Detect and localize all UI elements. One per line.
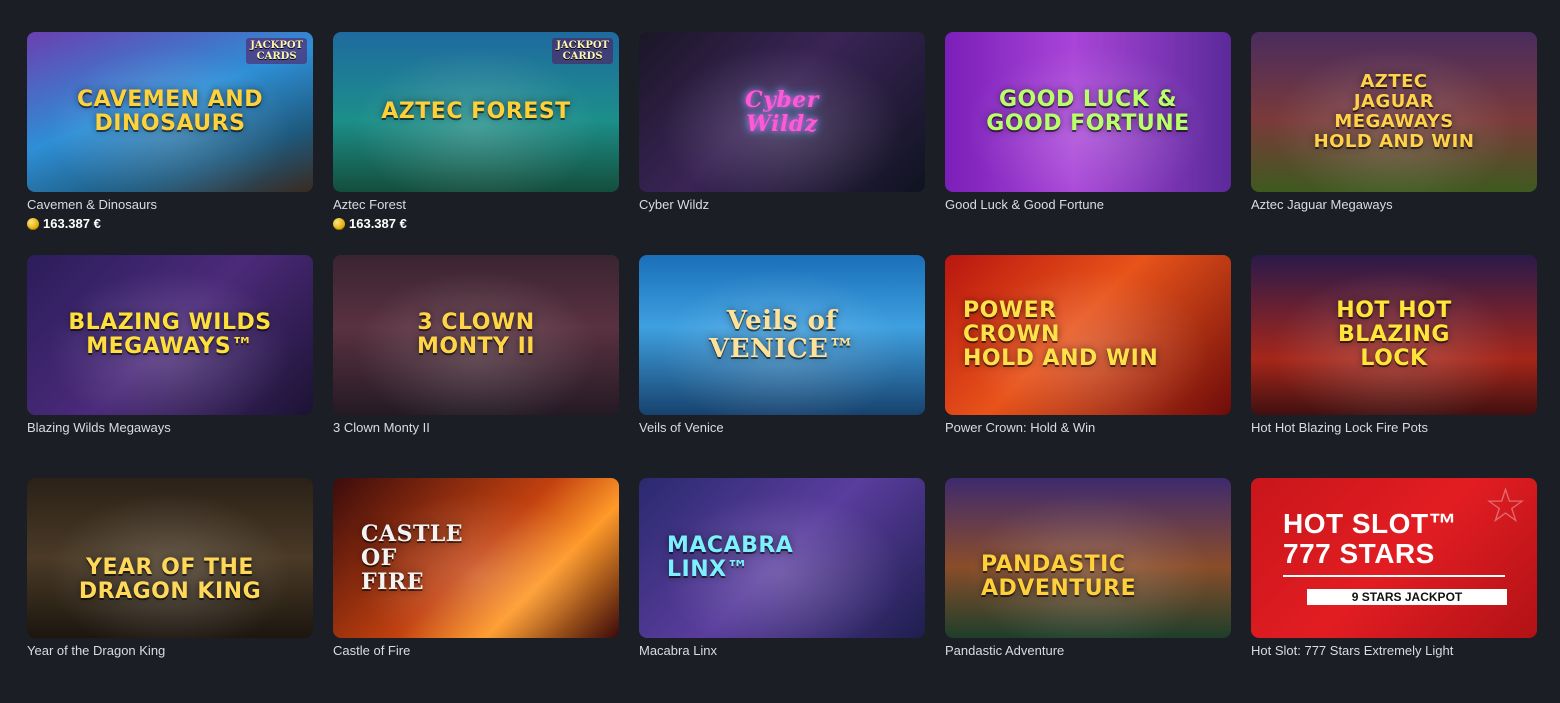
game-thumbnail[interactable]: AZTEC JAGUAR MEGAWAYS HOLD AND WIN [1251, 32, 1537, 192]
game-thumbnail[interactable]: YEAR OF THE DRAGON KING [27, 478, 313, 638]
game-logo: HOT HOT BLAZING LOCK [1336, 298, 1452, 371]
game-title[interactable]: 3 Clown Monty II [333, 420, 619, 436]
game-thumbnail[interactable]: AZTEC FOREST JACKPOT CARDS [333, 32, 619, 192]
game-card-blazing-wilds-megaways[interactable]: BLAZING WILDS MEGAWAYS™ Blazing Wilds Me… [27, 255, 313, 478]
game-logo: AZTEC JAGUAR MEGAWAYS HOLD AND WIN [1313, 71, 1475, 152]
game-title[interactable]: Year of the Dragon King [27, 643, 313, 659]
jackpot-strip: 9 STARS JACKPOT [1307, 589, 1507, 605]
game-title[interactable]: Pandastic Adventure [945, 643, 1231, 659]
jackpot-amount-row: 163.387 € [27, 216, 313, 231]
game-title[interactable]: Hot Slot: 777 Stars Extremely Light [1251, 643, 1537, 659]
game-logo: Cyber Wildz [745, 87, 819, 137]
game-thumbnail[interactable]: CAVEMEN AND DINOSAURS JACKPOT CARDS [27, 32, 313, 192]
game-card-cyber-wildz[interactable]: Cyber Wildz Cyber Wildz [639, 32, 925, 255]
jackpot-cards-badge: JACKPOT CARDS [246, 38, 307, 64]
game-title[interactable]: Good Luck & Good Fortune [945, 197, 1231, 213]
game-title[interactable]: Power Crown: Hold & Win [945, 420, 1231, 436]
game-thumbnail[interactable]: CASTLE OF FIRE [333, 478, 619, 638]
game-thumbnail[interactable]: ☆ HOT SLOT™ 777 STARS 9 STARS JACKPOT [1251, 478, 1537, 638]
game-logo: 3 CLOWN MONTY II [417, 310, 535, 359]
game-thumbnail[interactable]: GOOD LUCK & GOOD FORTUNE [945, 32, 1231, 192]
game-logo: CASTLE OF FIRE [361, 521, 464, 595]
game-logo: AZTEC FOREST [381, 99, 571, 124]
game-card-power-crown[interactable]: POWER CROWN HOLD AND WIN Power Crown: Ho… [945, 255, 1231, 478]
game-title[interactable]: Cyber Wildz [639, 197, 925, 213]
game-logo: BLAZING WILDS MEGAWAYS™ [68, 310, 272, 359]
game-card-aztec-jaguar-megaways[interactable]: AZTEC JAGUAR MEGAWAYS HOLD AND WIN Aztec… [1251, 32, 1537, 255]
game-card-year-of-the-dragon-king[interactable]: YEAR OF THE DRAGON KING Year of the Drag… [27, 478, 313, 701]
game-thumbnail[interactable]: POWER CROWN HOLD AND WIN [945, 255, 1231, 415]
jackpot-amount-row: 163.387 € [333, 216, 619, 231]
jackpot-amount: 163.387 € [43, 216, 101, 231]
coin-bag-icon [333, 217, 345, 230]
game-logo: HOT SLOT™ 777 STARS [1283, 507, 1458, 569]
divider [1283, 575, 1505, 577]
game-thumbnail[interactable]: BLAZING WILDS MEGAWAYS™ [27, 255, 313, 415]
game-card-veils-of-venice[interactable]: Veils of VENICE™ Veils of Venice [639, 255, 925, 478]
game-logo: Veils of VENICE™ [709, 306, 855, 364]
game-logo: MACABRA LINX™ [667, 533, 794, 582]
game-title[interactable]: Aztec Forest [333, 197, 619, 213]
jackpot-cards-badge: JACKPOT CARDS [552, 38, 613, 64]
game-thumbnail[interactable]: HOT HOT BLAZING LOCK [1251, 255, 1537, 415]
game-card-aztec-forest[interactable]: AZTEC FOREST JACKPOT CARDS Aztec Forest … [333, 32, 619, 255]
game-logo: PANDASTIC ADVENTURE [981, 552, 1137, 602]
game-card-hot-slot-777-stars[interactable]: ☆ HOT SLOT™ 777 STARS 9 STARS JACKPOT Ho… [1251, 478, 1537, 701]
game-title[interactable]: Veils of Venice [639, 420, 925, 436]
jackpot-amount: 163.387 € [349, 216, 407, 231]
game-logo: CAVEMEN AND DINOSAURS [77, 87, 263, 136]
game-card-cavemen-dinosaurs[interactable]: CAVEMEN AND DINOSAURS JACKPOT CARDS Cave… [27, 32, 313, 255]
game-card-pandastic-adventure[interactable]: PANDASTIC ADVENTURE Pandastic Adventure [945, 478, 1231, 701]
game-thumbnail[interactable]: 3 CLOWN MONTY II [333, 255, 619, 415]
game-grid: CAVEMEN AND DINOSAURS JACKPOT CARDS Cave… [27, 32, 1537, 701]
game-thumbnail[interactable]: Veils of VENICE™ [639, 255, 925, 415]
game-title[interactable]: Cavemen & Dinosaurs [27, 197, 313, 213]
game-logo: POWER CROWN HOLD AND WIN [963, 298, 1159, 371]
game-title[interactable]: Blazing Wilds Megaways [27, 420, 313, 436]
game-card-castle-of-fire[interactable]: CASTLE OF FIRE Castle of Fire [333, 478, 619, 701]
game-logo: YEAR OF THE DRAGON KING [78, 555, 262, 605]
game-thumbnail[interactable]: Cyber Wildz [639, 32, 925, 192]
game-title[interactable]: Hot Hot Blazing Lock Fire Pots [1251, 420, 1537, 436]
game-card-hot-hot-blazing-lock[interactable]: HOT HOT BLAZING LOCK Hot Hot Blazing Loc… [1251, 255, 1537, 478]
game-card-macabra-linx[interactable]: MACABRA LINX™ Macabra Linx [639, 478, 925, 701]
game-card-3-clown-monty-ii[interactable]: 3 CLOWN MONTY II 3 Clown Monty II [333, 255, 619, 478]
game-thumbnail[interactable]: MACABRA LINX™ [639, 478, 925, 638]
game-thumbnail[interactable]: PANDASTIC ADVENTURE [945, 478, 1231, 638]
game-card-good-luck-good-fortune[interactable]: GOOD LUCK & GOOD FORTUNE Good Luck & Goo… [945, 32, 1231, 255]
game-title[interactable]: Castle of Fire [333, 643, 619, 659]
game-title[interactable]: Aztec Jaguar Megaways [1251, 197, 1537, 213]
game-title[interactable]: Macabra Linx [639, 643, 925, 659]
coin-bag-icon [27, 217, 39, 230]
game-logo: GOOD LUCK & GOOD FORTUNE [986, 87, 1190, 136]
